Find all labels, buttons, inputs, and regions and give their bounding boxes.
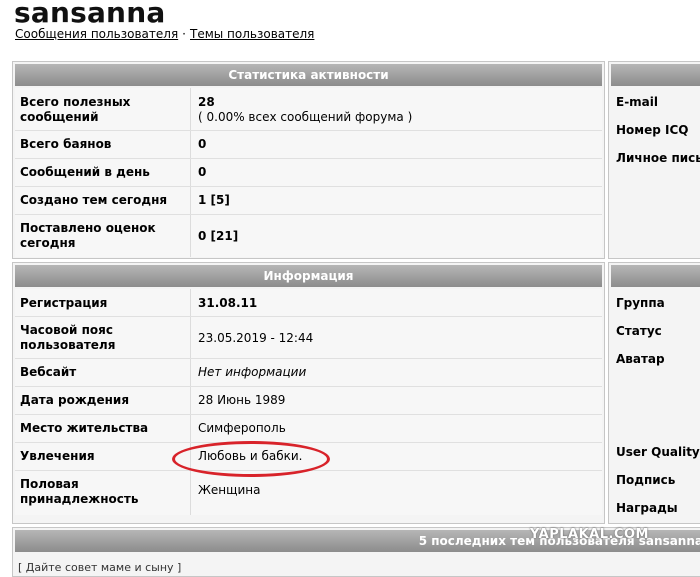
- table-row: Сообщений в день 0: [15, 159, 602, 187]
- registration-value: 31.08.11: [198, 296, 258, 310]
- row-divider: [190, 387, 191, 414]
- table-row: Регистрация 31.08.11: [15, 289, 602, 317]
- row-value: 28 ( 0.00% всех сообщений форума ): [198, 95, 412, 125]
- website-value: Нет информации: [198, 365, 307, 379]
- row-value: 0 [21]: [198, 229, 239, 243]
- row-label: Увлечения: [20, 449, 95, 463]
- contact-panel: E-mail Номер ICQ Личное письмо: [608, 61, 700, 259]
- user-posts-link[interactable]: Сообщения пользователя: [15, 27, 178, 41]
- row-value: 0: [198, 137, 207, 151]
- table-row: Поставлено оценок сегодня 0 [21]: [15, 215, 602, 257]
- email-label: E-mail: [616, 95, 659, 109]
- user-quality-label: User Quality: [616, 445, 700, 459]
- activity-stats-rows: Всего полезных сообщений 28 ( 0.00% всех…: [15, 88, 602, 257]
- status-label: Статус: [616, 324, 662, 338]
- highlight-ellipse: [172, 441, 330, 477]
- table-row: Всего баянов 0: [15, 131, 602, 159]
- info-panel: Информация Регистрация 31.08.11 Часовой …: [12, 262, 605, 524]
- row-label: Место жительства: [20, 421, 149, 435]
- info-header: Информация: [15, 265, 602, 287]
- location-value: Симферополь: [198, 421, 286, 435]
- member-header: [611, 265, 700, 287]
- total-posts-value: 28: [198, 95, 215, 109]
- member-panel: Группа Статус Аватар User Quality Подпис…: [608, 262, 700, 524]
- row-label: Регистрация: [20, 296, 108, 310]
- activity-stats-header: Статистика активности: [15, 64, 602, 86]
- row-label: Поставлено оценок сегодня: [20, 221, 156, 250]
- table-row: Часовой пояс пользователя 23.05.2019 - 1…: [15, 317, 602, 359]
- signature-label: Подпись: [616, 473, 676, 487]
- row-divider: [190, 187, 191, 214]
- avatar-label: Аватар: [616, 352, 665, 366]
- row-label: Половая принадлежность: [20, 477, 139, 506]
- row-divider: [190, 215, 191, 257]
- row-value: 0: [198, 165, 207, 179]
- user-topics-link[interactable]: Темы пользователя: [190, 27, 314, 41]
- row-label: Создано тем сегодня: [20, 193, 168, 207]
- table-row: Место жительства Симферополь: [15, 415, 602, 443]
- row-label: Сообщений в день: [20, 165, 150, 179]
- row-label: Дата рождения: [20, 393, 130, 407]
- row-label: Всего полезных сообщений: [20, 95, 131, 124]
- row-divider: [190, 359, 191, 386]
- row-divider: [190, 415, 191, 442]
- timezone-value: 23.05.2019 - 12:44: [198, 331, 314, 345]
- row-divider: [190, 289, 191, 316]
- recent-topic-item[interactable]: [ Дайте совет маме и сыну ]: [18, 561, 181, 574]
- row-divider: [190, 131, 191, 158]
- row-divider: [190, 88, 191, 130]
- group-label: Группа: [616, 296, 665, 310]
- awards-label: Награды: [616, 501, 678, 515]
- table-row: Дата рождения 28 Июнь 1989: [15, 387, 602, 415]
- contact-header: [611, 64, 700, 86]
- birthdate-value: 28 Июнь 1989: [198, 393, 286, 407]
- row-divider: [190, 317, 191, 358]
- table-row: Всего полезных сообщений 28 ( 0.00% всех…: [15, 88, 602, 131]
- total-posts-share: ( 0.00% всех сообщений форума ): [198, 110, 413, 124]
- profile-subnav: Сообщения пользователя · Темы пользователя: [15, 27, 314, 41]
- link-separator: ·: [182, 27, 186, 41]
- row-divider: [190, 159, 191, 186]
- icq-label: Номер ICQ: [616, 123, 689, 137]
- row-value: 1 [5]: [198, 193, 230, 207]
- table-row: Половая принадлежность Женщина: [15, 471, 602, 515]
- row-label: Часовой пояс пользователя: [20, 323, 116, 352]
- table-row: Вебсайт Нет информации: [15, 359, 602, 387]
- row-label: Вебсайт: [20, 365, 77, 379]
- profile-username: sansanna: [14, 0, 166, 29]
- row-divider: [190, 471, 191, 515]
- row-label: Всего баянов: [20, 137, 112, 151]
- gender-value: Женщина: [198, 483, 261, 497]
- private-message-label: Личное письмо: [616, 151, 700, 165]
- info-rows: Регистрация 31.08.11 Часовой пояс пользо…: [15, 289, 602, 515]
- activity-stats-panel: Статистика активности Всего полезных соо…: [12, 61, 605, 259]
- site-watermark: YAPLAKAL.COM: [530, 527, 649, 542]
- table-row: Создано тем сегодня 1 [5]: [15, 187, 602, 215]
